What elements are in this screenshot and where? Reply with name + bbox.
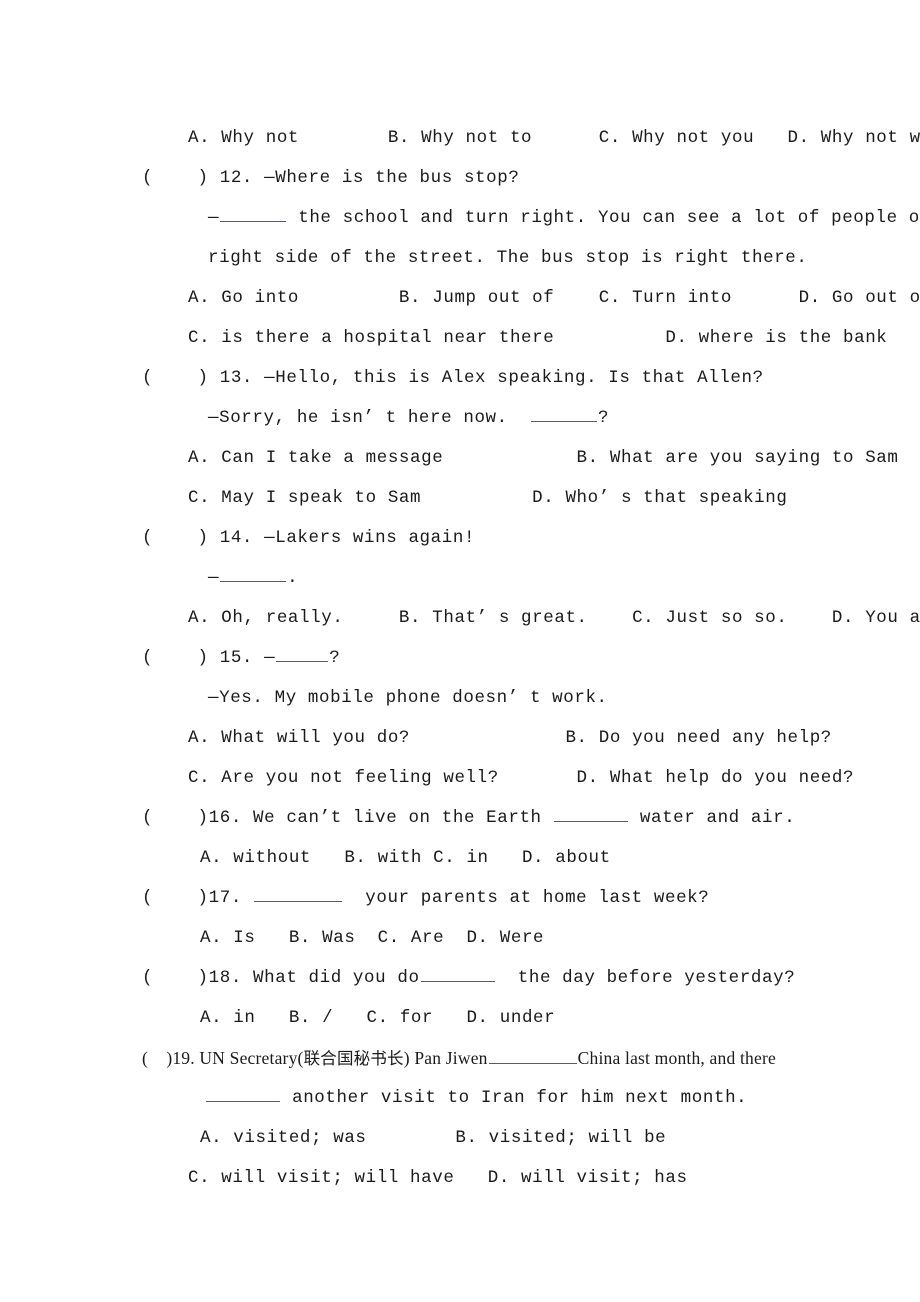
q13-options-cd: C. May I speak to Sam D. Who’ s that spe… bbox=[0, 478, 920, 518]
q19-stem: ( )19. UN Secretary(联合国秘书长) Pan Jiwen Chi… bbox=[0, 1038, 920, 1078]
exam-question-list: A. Why not B. Why not to C. Why not you … bbox=[0, 118, 920, 1198]
q12-stem: ( ) 12. —Where is the bus stop? bbox=[0, 158, 920, 198]
q12-dialogue-b: right side of the street. The bus stop i… bbox=[0, 238, 920, 278]
q14-dialogue-post: . bbox=[287, 568, 299, 588]
q14-dialogue-pre: — bbox=[208, 568, 220, 588]
q19-stem-cont: another visit to Iran for him next month… bbox=[0, 1078, 920, 1118]
q12-dialogue-b-text: right side of the street. The bus stop i… bbox=[208, 248, 808, 268]
q17-stem-post: your parents at home last week? bbox=[343, 888, 710, 908]
q14-dialogue-answer-blank[interactable] bbox=[220, 564, 287, 582]
q14-stem: ( ) 14. —Lakers wins again! bbox=[0, 518, 920, 558]
q13-options-ab-text: A. Can I take a message B. What are you … bbox=[188, 448, 899, 468]
q19-options-ab: A. visited; was B. visited; will be bbox=[0, 1118, 920, 1158]
q11-options: A. Why not B. Why not to C. Why not you … bbox=[0, 118, 920, 158]
q13-options-ab: A. Can I take a message B. What are you … bbox=[0, 438, 920, 478]
q12-stem-text: ( ) 12. —Where is the bus stop? bbox=[142, 168, 520, 188]
q19-stem-cjk: 联合国秘书长 bbox=[303, 1049, 404, 1068]
q14-dialogue: —. bbox=[0, 558, 920, 598]
q12-dialogue-a: — the school and turn right. You can see… bbox=[0, 198, 920, 238]
q14-options-text: A. Oh, really. B. That’ s great. C. Just… bbox=[188, 608, 920, 628]
q13-dialogue-post: ? bbox=[597, 408, 610, 428]
q15-options-cd: C. Are you not feeling well? D. What hel… bbox=[0, 758, 920, 798]
q17-options-text: A. Is B. Was C. Are D. Were bbox=[200, 928, 545, 948]
q13-stem: ( ) 13. —Hello, this is Alex speaking. I… bbox=[0, 358, 920, 398]
q15-options-ab-text: A. What will you do? B. Do you need any … bbox=[188, 728, 832, 748]
q18-options: A. in B. / C. for D. under bbox=[0, 998, 920, 1038]
q13-dialogue-answer-blank[interactable] bbox=[530, 404, 597, 422]
q16-stem-post: water and air. bbox=[628, 808, 796, 828]
q19-stem-cont-answer-blank[interactable] bbox=[206, 1084, 280, 1102]
q18-stem-answer-blank[interactable] bbox=[420, 964, 495, 982]
q18-options-text: A. in B. / C. for D. under bbox=[200, 1008, 556, 1028]
q17-stem-pre: ( )17. bbox=[142, 888, 254, 908]
q15-stem-answer-blank[interactable] bbox=[276, 644, 329, 662]
q13-dialogue: —Sorry, he isn’ t here now. ? bbox=[0, 398, 920, 438]
q15-dialogue-text: —Yes. My mobile phone doesn’ t work. bbox=[208, 688, 608, 708]
q11-options-text: A. Why not B. Why not to C. Why not you … bbox=[188, 128, 920, 148]
q16-options: A. without B. with C. in D. about bbox=[0, 838, 920, 878]
q15-options-cd-text: C. Are you not feeling well? D. What hel… bbox=[188, 768, 855, 788]
q19-stem-cont-post: another visit to Iran for him next month… bbox=[281, 1088, 748, 1108]
q19-stem-post: China last month, and there bbox=[577, 1048, 776, 1068]
q19-options-cd: C. will visit; will have D. will visit; … bbox=[0, 1158, 920, 1198]
q12-options-ab: A. Go into B. Jump out of C. Turn into D… bbox=[0, 278, 920, 318]
q12-options-cd: C. is there a hospital near there D. whe… bbox=[0, 318, 920, 358]
q18-stem-post: the day before yesterday? bbox=[495, 968, 796, 988]
q19-options-cd-text: C. will visit; will have D. will visit; … bbox=[188, 1168, 688, 1188]
q13-stem-text: ( ) 13. —Hello, this is Alex speaking. I… bbox=[142, 368, 764, 388]
q15-options-ab: A. What will you do? B. Do you need any … bbox=[0, 718, 920, 758]
q16-options-text: A. without B. with C. in D. about bbox=[200, 848, 611, 868]
q18-stem-pre: ( )18. What did you do bbox=[142, 968, 420, 988]
q12-options-ab-text: A. Go into B. Jump out of C. Turn into D… bbox=[188, 288, 920, 308]
q15-stem-pre: ( ) 15. — bbox=[142, 648, 276, 668]
q16-stem-pre: ( )16. We can’t live on the Earth bbox=[142, 808, 553, 828]
q15-stem-post: ? bbox=[329, 648, 341, 668]
q15-stem: ( ) 15. —? bbox=[0, 638, 920, 678]
q17-options: A. Is B. Was C. Are D. Were bbox=[0, 918, 920, 958]
q12-dialogue-a-pre: — bbox=[208, 208, 220, 228]
q17-stem: ( )17. your parents at home last week? bbox=[0, 878, 920, 918]
q12-options-cd-text: C. is there a hospital near there D. whe… bbox=[188, 328, 888, 348]
q16-stem-answer-blank[interactable] bbox=[553, 804, 628, 822]
q17-stem-answer-blank[interactable] bbox=[254, 884, 343, 902]
exam-page: A. Why not B. Why not to C. Why not you … bbox=[0, 0, 920, 1302]
q14-stem-text: ( ) 14. —Lakers wins again! bbox=[142, 528, 476, 548]
q19-stem-answer-blank[interactable] bbox=[488, 1046, 577, 1064]
q14-options: A. Oh, really. B. That’ s great. C. Just… bbox=[0, 598, 920, 638]
q18-stem: ( )18. What did you do the day before ye… bbox=[0, 958, 920, 998]
q13-dialogue-pre: —Sorry, he isn’ t here now. bbox=[208, 408, 530, 428]
q15-dialogue: —Yes. My mobile phone doesn’ t work. bbox=[0, 678, 920, 718]
q19-stem-mid: ) Pan Jiwen bbox=[403, 1048, 488, 1068]
q12-dialogue-a-answer-blank[interactable] bbox=[220, 204, 287, 222]
q19-options-ab-text: A. visited; was B. visited; will be bbox=[200, 1128, 667, 1148]
q13-options-cd-text: C. May I speak to Sam D. Who’ s that spe… bbox=[188, 488, 788, 508]
q16-stem: ( )16. We can’t live on the Earth water … bbox=[0, 798, 920, 838]
q19-stem-pre: ( )19. UN Secretary( bbox=[142, 1048, 304, 1068]
q12-dialogue-a-post: the school and turn right. You can see a… bbox=[287, 208, 920, 228]
